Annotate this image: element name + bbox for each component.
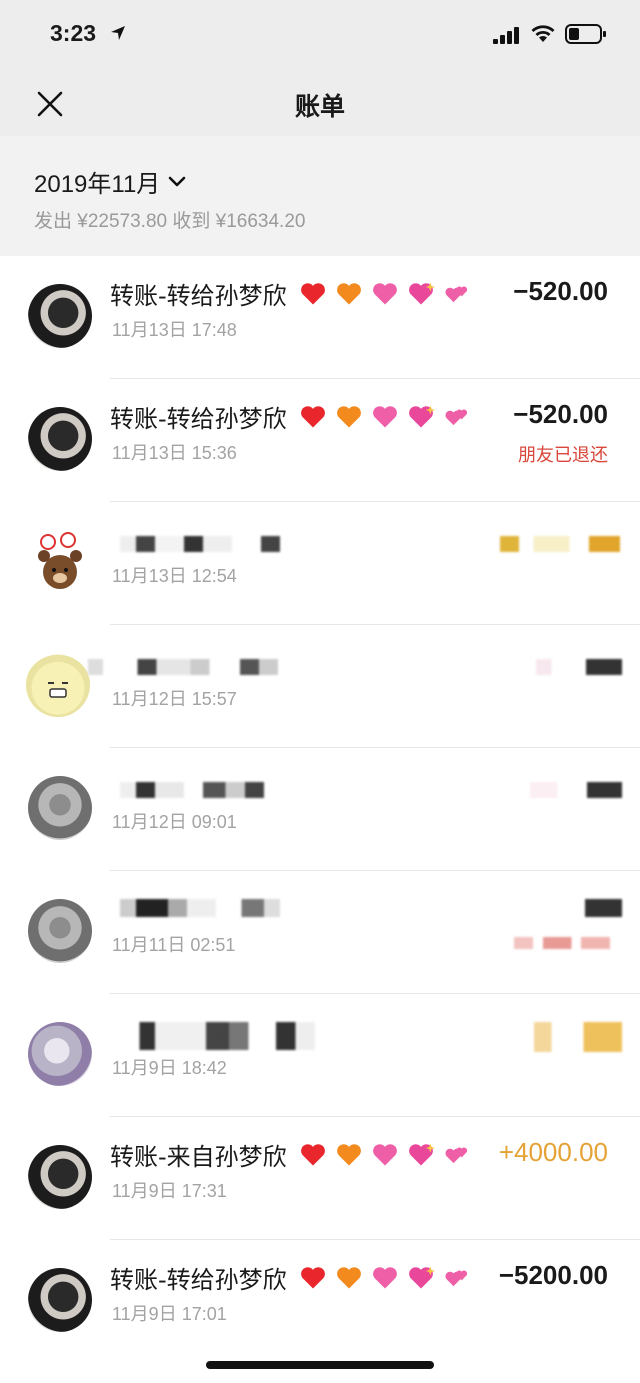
avatar xyxy=(28,1145,92,1209)
redacted-amount xyxy=(560,899,622,917)
red-heart-icon xyxy=(301,1267,326,1289)
month-header: 2019年11月 发出 ¥22573.80 收到 ¥16634.20 xyxy=(0,136,640,256)
avatar xyxy=(28,1268,92,1332)
transaction-row[interactable]: 11月12日 09:01 xyxy=(0,748,640,871)
sparkling-heart-icon xyxy=(409,1143,436,1166)
month-summary: 发出 ¥22573.80 收到 ¥16634.20 xyxy=(34,211,306,232)
avatar xyxy=(28,776,92,840)
redacted-amount xyxy=(534,1022,622,1052)
refund-status: 朋友已退还 xyxy=(518,445,608,466)
redacted-title xyxy=(120,899,280,917)
heart-emojis xyxy=(298,1264,472,1292)
growing-heart-icon xyxy=(373,406,398,428)
transaction-row[interactable]: 转账-转给孙梦欣 11月9日 17:01 −5200.00 xyxy=(0,1240,640,1363)
transaction-list: 转账-转给孙梦欣 11月13日 17:48 −520.00 转账-转给孙梦欣 1… xyxy=(0,256,640,1383)
location-arrow-icon xyxy=(111,26,125,40)
battery-icon xyxy=(565,24,606,44)
avatar xyxy=(28,407,92,471)
sparkling-heart-icon xyxy=(409,282,436,305)
wifi-icon xyxy=(531,25,555,42)
transaction-row[interactable]: 转账-来自孙梦欣 11月9日 17:31 +4000.00 xyxy=(0,1117,640,1240)
transaction-row[interactable]: 11月12日 15:57 xyxy=(0,625,640,748)
transaction-time: 11月9日 17:01 xyxy=(112,1304,227,1324)
transaction-row[interactable]: 11月11日 02:51 xyxy=(0,871,640,994)
redacted-amount xyxy=(536,659,622,675)
avatar xyxy=(28,899,92,963)
transaction-time: 11月9日 18:42 xyxy=(112,1058,227,1078)
redacted-amount xyxy=(530,782,622,798)
month-label: 2019年11月 xyxy=(34,171,161,198)
nav-bar: 账单 xyxy=(0,70,640,136)
orange-heart-icon xyxy=(337,406,362,428)
redacted-title xyxy=(88,659,278,675)
avatar xyxy=(28,1022,92,1086)
red-heart-icon xyxy=(301,1144,326,1166)
heart-emojis xyxy=(298,1141,472,1169)
redacted-title xyxy=(120,536,280,552)
transaction-title: 转账-来自孙梦欣 xyxy=(110,1137,472,1172)
transaction-time: 11月12日 09:01 xyxy=(112,812,237,832)
transaction-amount: −5200.00 xyxy=(498,1260,608,1290)
status-time: 3:23 xyxy=(50,20,97,46)
transaction-time: 11月13日 12:54 xyxy=(112,566,237,586)
transaction-title: 转账-转给孙梦欣 xyxy=(110,1260,472,1295)
status-bar: 3:23 xyxy=(0,0,640,70)
bear-sticker-icon xyxy=(38,532,82,589)
two-hearts-icon xyxy=(445,286,468,303)
orange-heart-icon xyxy=(337,1144,362,1166)
transaction-time: 11月9日 17:31 xyxy=(112,1181,227,1201)
red-heart-icon xyxy=(301,406,326,428)
sparkling-heart-icon xyxy=(409,405,436,428)
transaction-row[interactable]: 转账-转给孙梦欣 11月13日 15:36 −520.00 朋友已退还 xyxy=(0,379,640,502)
growing-heart-icon xyxy=(373,283,398,305)
orange-heart-icon xyxy=(337,1267,362,1289)
two-hearts-icon xyxy=(445,1270,468,1287)
transaction-title: 转账-转给孙梦欣 xyxy=(110,276,472,311)
home-indicator xyxy=(206,1361,434,1369)
transaction-amount: −520.00 xyxy=(513,276,608,306)
page-title: 账单 xyxy=(294,92,345,121)
transaction-amount: −520.00 xyxy=(513,399,608,429)
orange-heart-icon xyxy=(337,283,362,305)
avatar xyxy=(28,284,92,348)
transaction-time: 11月12日 15:57 xyxy=(112,689,237,709)
heart-emojis xyxy=(298,280,472,308)
transaction-row[interactable]: 转账-转给孙梦欣 11月13日 17:48 −520.00 xyxy=(0,256,640,379)
two-hearts-icon xyxy=(445,409,468,426)
transaction-amount: +4000.00 xyxy=(498,1137,608,1167)
transaction-time: 11月11日 02:51 xyxy=(112,935,236,955)
transaction-row[interactable]: 11月13日 12:54 xyxy=(0,502,640,625)
month-selector[interactable]: 2019年11月 xyxy=(34,164,186,199)
sparkling-heart-icon xyxy=(409,1266,436,1289)
cartoon-face-icon xyxy=(48,682,68,698)
red-heart-icon xyxy=(301,283,326,305)
transaction-title: 转账-转给孙梦欣 xyxy=(110,399,472,434)
redacted-amount xyxy=(500,536,620,552)
cellular-signal-icon xyxy=(493,27,519,44)
transaction-time: 11月13日 17:48 xyxy=(112,320,237,340)
redacted-title xyxy=(120,782,280,798)
chevron-down-icon xyxy=(169,176,186,186)
two-hearts-icon xyxy=(445,1147,468,1164)
transaction-row[interactable]: 11月9日 18:42 xyxy=(0,994,640,1117)
avatar xyxy=(26,653,90,717)
growing-heart-icon xyxy=(373,1267,398,1289)
growing-heart-icon xyxy=(373,1144,398,1166)
avatar xyxy=(28,530,92,594)
heart-emojis xyxy=(298,403,472,431)
redacted-title xyxy=(120,1022,315,1050)
redacted-status xyxy=(514,937,610,949)
transaction-time: 11月13日 15:36 xyxy=(112,443,237,463)
